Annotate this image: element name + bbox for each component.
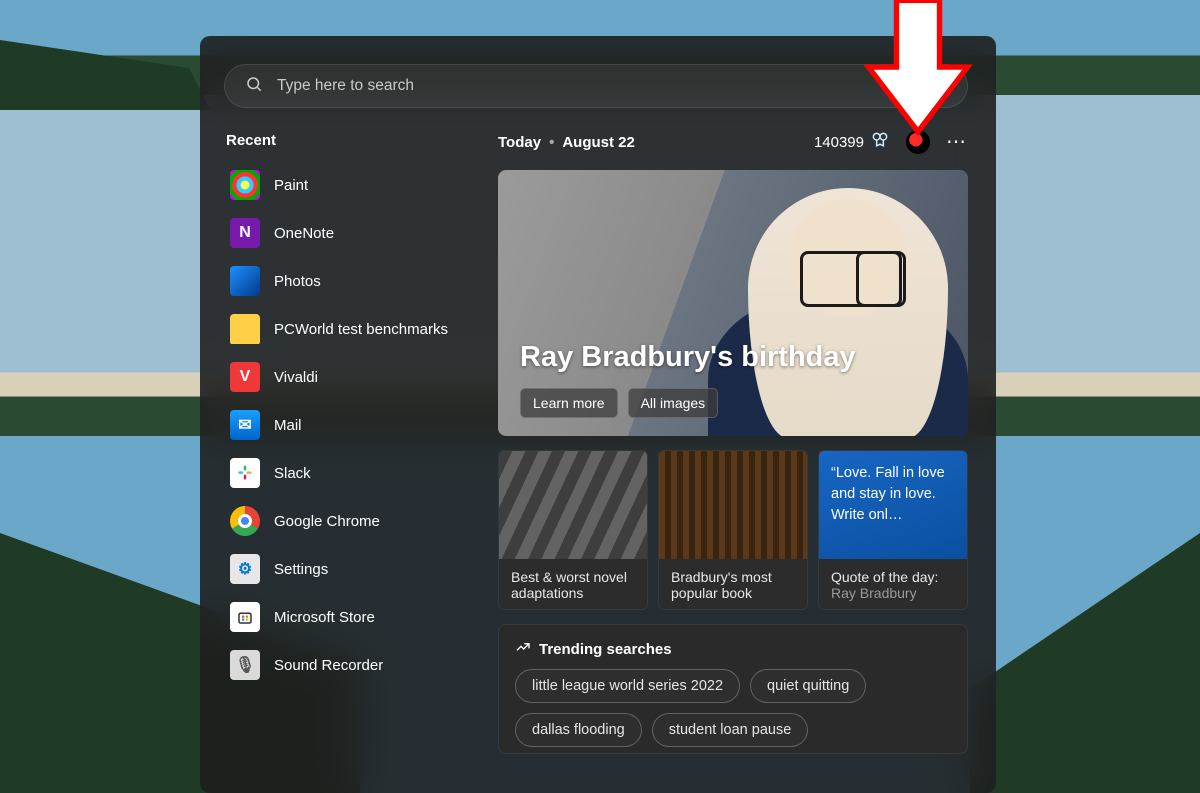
trending-icon — [515, 639, 531, 659]
settings-icon: ⚙ — [230, 554, 260, 584]
recent-item-vivaldi[interactable]: V Vivaldi — [224, 353, 474, 401]
recent-item-folder[interactable]: PCWorld test benchmarks — [224, 305, 474, 353]
trending-pill[interactable]: little league world series 2022 — [515, 669, 740, 703]
recent-item-slack[interactable]: Slack — [224, 449, 474, 497]
hero-image-decor — [748, 188, 948, 436]
recent-item-label: OneNote — [274, 225, 334, 242]
rewards-icon — [870, 130, 890, 154]
recent-item-chrome[interactable]: Google Chrome — [224, 497, 474, 545]
recent-item-label: Sound Recorder — [274, 657, 383, 674]
microphone-icon: 🎙 — [230, 650, 260, 680]
card-title: Quote of the day: — [831, 569, 938, 585]
trending-pill[interactable]: dallas flooding — [515, 713, 642, 747]
recent-item-mail[interactable]: ✉ Mail — [224, 401, 474, 449]
onenote-icon: N — [230, 218, 260, 248]
search-flyout-panel: Recent Paint N OneNote Photos — [200, 36, 996, 793]
desktop-wallpaper: Recent Paint N OneNote Photos — [0, 0, 1200, 793]
separator-dot: • — [549, 134, 554, 151]
today-date: August 22 — [562, 134, 635, 151]
wallpaper-decor — [970, 533, 1200, 793]
trending-heading: Trending searches — [539, 641, 672, 658]
search-input[interactable] — [277, 77, 947, 95]
recent-item-label: Vivaldi — [274, 369, 318, 386]
card-subtitle: Ray Bradbury — [831, 585, 917, 601]
search-icon — [245, 75, 277, 98]
recent-item-label: PCWorld test benchmarks — [274, 321, 448, 338]
recent-item-label: Mail — [274, 417, 302, 434]
mail-icon: ✉ — [230, 410, 260, 440]
card-quote[interactable]: Love. Fall in love and stay in love. Wri… — [818, 450, 968, 610]
recent-item-label: Slack — [274, 465, 311, 482]
photos-icon — [230, 266, 260, 296]
recent-item-store[interactable]: Microsoft Store — [224, 593, 474, 641]
recent-item-label: Photos — [274, 273, 321, 290]
slack-icon — [230, 458, 260, 488]
all-images-button[interactable]: All images — [628, 388, 719, 418]
recent-item-settings[interactable]: ⚙ Settings — [224, 545, 474, 593]
store-icon — [230, 602, 260, 632]
recent-sidebar: Recent Paint N OneNote Photos — [224, 128, 474, 773]
user-avatar[interactable] — [906, 130, 930, 154]
today-label: Today — [498, 134, 541, 151]
points-value: 140399 — [814, 134, 864, 151]
trending-pill[interactable]: quiet quitting — [750, 669, 866, 703]
hero-card[interactable]: Ray Bradbury's birthday Learn more All i… — [498, 170, 968, 436]
learn-more-button[interactable]: Learn more — [520, 388, 618, 418]
search-bar[interactable] — [224, 64, 968, 108]
more-button[interactable]: ⋯ — [946, 132, 968, 152]
content-column: Today • August 22 140399 — [498, 128, 968, 773]
rewards-points[interactable]: 140399 — [814, 130, 890, 154]
paint-icon — [230, 170, 260, 200]
recent-item-label: Settings — [274, 561, 328, 578]
related-cards: Best & worst novel adaptations Bradbury'… — [498, 450, 968, 610]
folder-icon — [230, 314, 260, 344]
recent-item-label: Paint — [274, 177, 308, 194]
vivaldi-icon: V — [230, 362, 260, 392]
recent-item-paint[interactable]: Paint — [224, 161, 474, 209]
recent-heading: Recent — [226, 132, 474, 149]
card-thumb — [659, 451, 807, 559]
recent-item-photos[interactable]: Photos — [224, 257, 474, 305]
recent-item-onenote[interactable]: N OneNote — [224, 209, 474, 257]
card-quote-text: Love. Fall in love and stay in love. Wri… — [819, 451, 967, 559]
recent-item-label: Microsoft Store — [274, 609, 375, 626]
card-popular-book[interactable]: Bradbury's most popular book — [658, 450, 808, 610]
recent-item-label: Google Chrome — [274, 513, 380, 530]
today-header: Today • August 22 140399 — [498, 128, 968, 156]
trending-pill[interactable]: student loan pause — [652, 713, 809, 747]
trending-section: Trending searches little league world se… — [498, 624, 968, 754]
recent-item-recorder[interactable]: 🎙 Sound Recorder — [224, 641, 474, 689]
recent-list: Paint N OneNote Photos PCWorld test benc… — [224, 161, 474, 689]
card-thumb — [499, 451, 647, 559]
hero-title: Ray Bradbury's birthday — [520, 341, 856, 374]
card-adaptations[interactable]: Best & worst novel adaptations — [498, 450, 648, 610]
wallpaper-decor — [0, 40, 210, 110]
card-title: Bradbury's most popular book — [671, 569, 772, 601]
chrome-icon — [230, 506, 260, 536]
card-title: Best & worst novel adaptations — [511, 569, 627, 601]
